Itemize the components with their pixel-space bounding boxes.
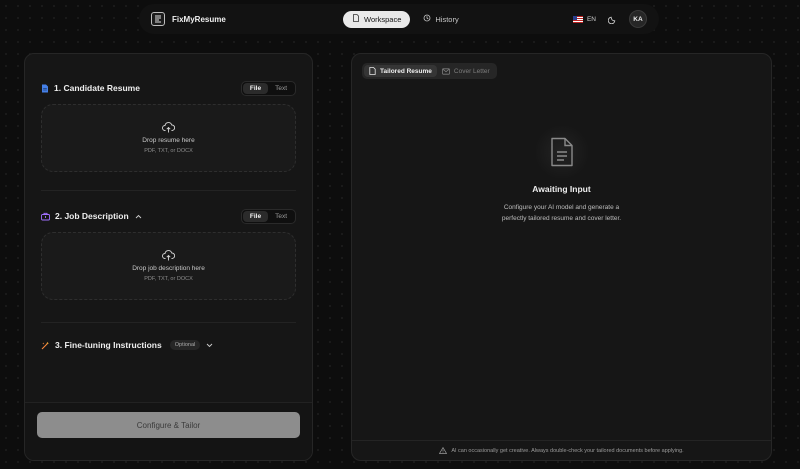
section-header: 1. Candidate Resume File Text: [41, 80, 296, 96]
output-tabs: Tailored Resume Cover Letter: [362, 63, 497, 79]
briefcase-icon: [41, 212, 50, 221]
top-navigation-bar: FixMyResume Workspace History EN KA: [139, 4, 659, 34]
fine-tuning-section: 3. Fine-tuning Instructions Optional: [25, 337, 312, 353]
logo-icon: [151, 12, 165, 26]
section-title: 3. Fine-tuning Instructions: [55, 340, 162, 350]
resume-dropzone[interactable]: Drop resume here PDF, TXT, or DOCX: [41, 104, 296, 172]
header-tools: EN KA: [572, 10, 647, 28]
empty-state-title: Awaiting Input: [532, 184, 591, 194]
input-mode-toggle: File Text: [240, 80, 296, 96]
disclaimer-footer: AI can occasionally get creative. Always…: [352, 440, 771, 460]
input-panel: 1. Candidate Resume File Text Drop resum…: [24, 53, 313, 461]
dropzone-label: Drop resume here: [142, 137, 195, 144]
section-header: 2. Job Description File Text: [41, 208, 296, 224]
document-large-icon: [533, 124, 590, 180]
document-icon: [41, 84, 49, 93]
divider: [41, 190, 296, 191]
chevron-up-icon[interactable]: [135, 214, 142, 219]
warning-icon: [439, 447, 448, 454]
configure-tailor-button[interactable]: Configure & Tailor: [37, 412, 300, 438]
us-flag-icon: [572, 15, 583, 23]
tab-history-label: History: [435, 14, 459, 24]
tab-history[interactable]: History: [414, 11, 467, 28]
mode-text-button[interactable]: Text: [268, 211, 294, 222]
avatar[interactable]: KA: [629, 10, 647, 28]
candidate-resume-section: 1. Candidate Resume File Text Drop resum…: [25, 80, 312, 172]
mode-text-button[interactable]: Text: [268, 83, 294, 94]
upload-cloud-icon: [162, 122, 175, 133]
input-mode-toggle: File Text: [240, 208, 296, 224]
tab-label: Tailored Resume: [380, 67, 432, 75]
job-description-dropzone[interactable]: Drop job description here PDF, TXT, or D…: [41, 232, 296, 300]
document-icon: [369, 67, 376, 75]
dropzone-label: Drop job description here: [132, 265, 205, 272]
output-panel: Tailored Resume Cover Letter Awaiting In…: [351, 53, 772, 461]
empty-state: Awaiting Input Configure your AI model a…: [352, 124, 771, 224]
upload-cloud-icon: [162, 250, 175, 261]
history-icon: [423, 14, 431, 24]
magic-wand-icon: [41, 341, 50, 350]
moon-icon[interactable]: [608, 15, 617, 24]
job-description-section: 2. Job Description File Text Drop job de…: [25, 208, 312, 300]
main-nav: Workspace History: [343, 10, 468, 28]
section-header[interactable]: 3. Fine-tuning Instructions Optional: [41, 337, 296, 353]
optional-badge: Optional: [169, 340, 201, 350]
dropzone-formats: PDF, TXT, or DOCX: [144, 148, 193, 154]
language-selector[interactable]: EN: [572, 15, 596, 23]
dropzone-formats: PDF, TXT, or DOCX: [144, 276, 193, 282]
language-code: EN: [586, 15, 596, 23]
disclaimer-text: AI can occasionally get creative. Always…: [451, 447, 684, 454]
mode-file-button[interactable]: File: [242, 210, 269, 222]
tab-workspace-label: Workspace: [364, 14, 402, 24]
brand[interactable]: FixMyResume: [151, 12, 331, 26]
divider: [41, 322, 296, 323]
action-bar: Configure & Tailor: [25, 402, 312, 460]
chevron-down-icon[interactable]: [206, 343, 213, 348]
document-icon: [352, 14, 360, 24]
empty-state-description: Configure your AI model and generate a p…: [501, 204, 622, 222]
mode-file-button[interactable]: File: [242, 82, 269, 94]
tab-workspace[interactable]: Workspace: [343, 10, 411, 28]
section-title: 1. Candidate Resume: [54, 83, 140, 93]
section-title: 2. Job Description: [55, 211, 129, 221]
tab-cover-letter[interactable]: Cover Letter: [437, 65, 495, 77]
brand-name: FixMyResume: [172, 14, 226, 24]
tab-tailored-resume[interactable]: Tailored Resume: [364, 65, 437, 77]
mail-icon: [442, 67, 450, 75]
tab-label: Cover Letter: [453, 67, 490, 75]
